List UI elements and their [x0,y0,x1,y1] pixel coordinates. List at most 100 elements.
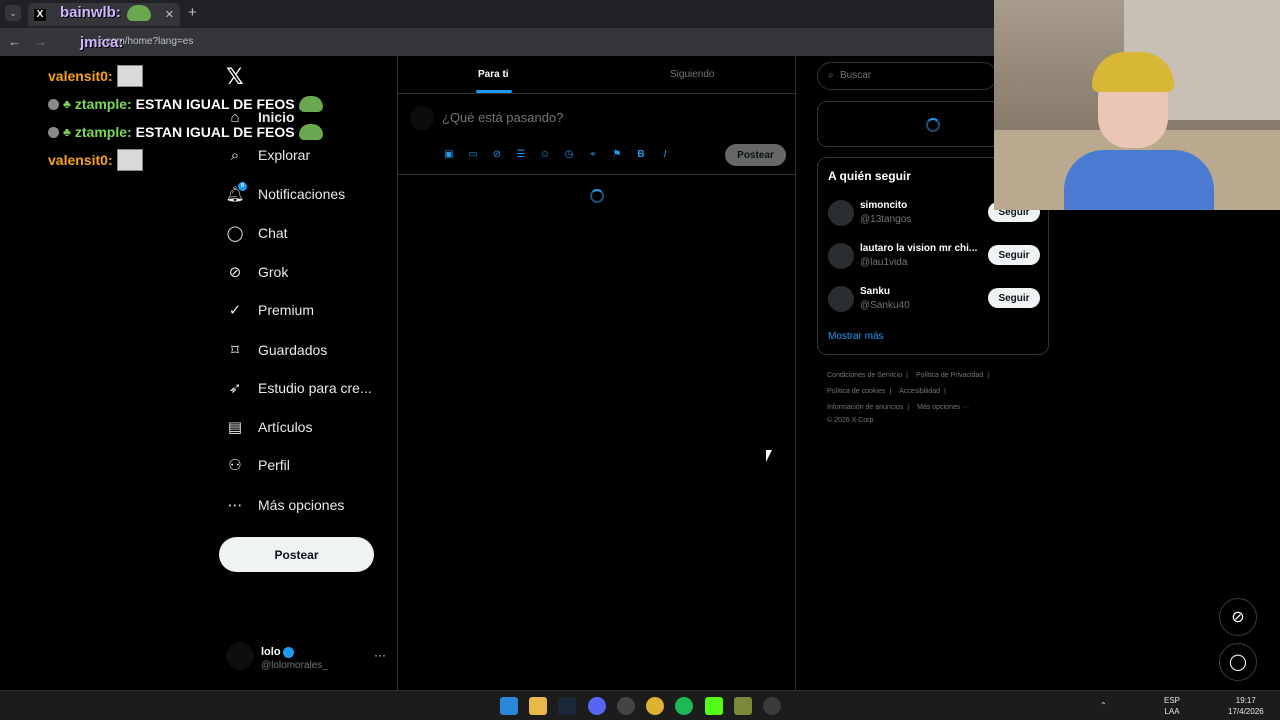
tab-close-icon[interactable]: ✕ [165,8,174,21]
compose-input[interactable] [442,110,722,125]
sidebar-item-label: Chat [258,225,288,241]
chat-username: valensit0: [48,152,113,168]
badge-icon [48,126,59,138]
taskbar: ⌃ ESP LAA 19:17 17/4/2026 [0,690,1280,720]
file-explorer-icon[interactable] [529,697,547,715]
x-logo-icon[interactable]: 𝕏 [226,64,244,90]
emoji-icon[interactable]: ☺ [538,148,552,162]
back-arrow-icon[interactable]: ← [8,34,21,49]
chrome-icon[interactable] [646,697,664,715]
discord-icon[interactable] [588,697,606,715]
italic-icon[interactable]: I [658,148,672,162]
sidebar-item-explorar[interactable]: ⌕ Explorar [226,146,310,164]
footer-link[interactable]: Accesibilidad [899,388,940,395]
compose-toolbar: ▣ ▭ ⊘ ☰ ☺ ◷ ⌖ ⚑ B I [442,148,672,162]
divider: | [944,388,946,395]
url-field[interactable]: x.com/home?lang=es [58,32,558,52]
flag-icon[interactable]: ⚑ [610,148,624,162]
sidebar-item-grok[interactable]: ⊘ Grok [226,263,289,281]
stream-tab-overlay: bainwlb: [60,4,151,21]
account-switcher[interactable]: lolo @lolomorales_ ··· [226,640,386,676]
sidebar-item-estudio[interactable]: ➶ Estudio para cre... [226,379,372,397]
avatar [828,243,854,269]
search-box[interactable]: ⌕ [817,62,997,90]
timeline-tabs: Para ti Siguiendo [398,56,797,94]
overlay-username: bainwlb: [60,4,121,21]
user-display-name: lolo [261,646,294,658]
account-handle: @Sanku40 [860,300,910,311]
chevron-up-icon[interactable]: ⌃ [1100,700,1107,711]
rocket-icon: ➶ [228,380,242,397]
footer-link[interactable]: Política de Privacidad [916,372,983,379]
sidebar-item-inicio[interactable]: ⌂ Inicio [226,108,294,126]
grok-icon: ⊘ [228,264,242,281]
footer-link[interactable]: Información de anuncios [827,404,903,411]
app-icon[interactable] [617,697,635,715]
footer-link[interactable]: Política de cookies [827,388,885,395]
divider: | [987,372,990,379]
grok-fab-icon[interactable]: ⊘ [1219,598,1257,636]
sidebar-item-notificaciones[interactable]: 🔔︎ 8 Notificaciones [225,182,346,203]
kick-icon[interactable] [705,697,723,715]
image-icon[interactable]: ▣ [442,148,456,162]
steam-icon[interactable] [558,697,576,715]
follow-suggestion[interactable]: Sanku @Sanku40 Seguir [828,284,1040,316]
person-icon: ⚇ [228,457,242,474]
footer-link[interactable]: Más opciones ··· [917,404,969,411]
notification-badge: 8 [238,182,247,191]
app-icon[interactable] [734,697,752,715]
sidebar-item-label: Estudio para cre... [258,380,372,396]
show-more-link[interactable]: Mostrar más [828,331,884,342]
spotify-icon[interactable] [675,697,693,715]
sidebar-item-perfil[interactable]: ⚇ Perfil [226,456,290,474]
webcam-person [1064,150,1214,210]
clock[interactable]: 19:17 17/4/2026 [1228,695,1264,717]
app-icon[interactable] [763,697,781,715]
follow-button[interactable]: Seguir [988,288,1040,308]
avatar [828,286,854,312]
sidebar-item-label: Notificaciones [258,186,346,202]
footer-link[interactable]: Condiciones de Servicio [827,372,902,379]
account-name: Sanku [860,286,891,297]
sidebar-item-guardados[interactable]: ⌑ Guardados [226,341,327,359]
forward-arrow-icon[interactable]: → [34,34,47,49]
avatar [226,642,254,670]
schedule-icon[interactable]: ◷ [562,148,576,162]
bookmark-icon: ⌑ [231,342,239,359]
chat-username: ztample: [74,124,132,140]
sidebar-item-label: Explorar [258,147,311,163]
tab-para-ti[interactable]: Para ti [478,69,509,80]
sidebar-item-articulos[interactable]: ▤ Artículos [226,418,313,436]
user-handle: @lolomorales_ [261,660,328,671]
chat-fab-icon[interactable]: ◯ [1219,643,1257,681]
search-input[interactable] [840,70,990,81]
location-icon[interactable]: ⌖ [586,148,600,162]
grok-icon[interactable]: ⊘ [490,148,504,162]
sidebar-item-label: Más opciones [258,497,345,513]
compose-post-button[interactable]: Postear [725,144,786,166]
tab-search-button[interactable]: ⌄ [5,5,21,21]
gif-icon[interactable]: ▭ [466,148,480,162]
sidebar-item-mas-opciones[interactable]: ⋯ Más opciones [226,496,345,514]
chat-icon: ◯ [226,225,244,242]
stream-url-overlay: jmica: [80,34,123,51]
loading-spinner-icon [926,118,940,132]
follow-button[interactable]: Seguir [988,245,1040,265]
bold-icon[interactable]: B [634,148,648,162]
frog-emote-icon [126,4,151,21]
sidebar-item-chat[interactable]: ◯ Chat [226,224,288,242]
windows-start-icon[interactable] [500,697,518,715]
tab-siguiendo[interactable]: Siguiendo [670,69,714,80]
post-button[interactable]: Postear [219,537,374,572]
divider: | [889,388,892,395]
follow-suggestion[interactable]: lautaro la vision mr chi... @lau1vida Se… [828,241,1040,273]
active-tab-indicator [476,90,512,93]
poll-icon[interactable]: ☰ [514,148,528,162]
more-icon[interactable]: ··· [374,648,386,662]
sidebar-item-premium[interactable]: ✓ Premium [226,301,314,319]
new-tab-button[interactable]: + [188,4,197,21]
panel-title: A quién seguir [828,169,911,183]
sidebar-item-label: Artículos [258,419,313,435]
language-indicator[interactable]: ESP LAA [1164,695,1180,717]
bot-badge-icon: ♣ [63,97,71,111]
